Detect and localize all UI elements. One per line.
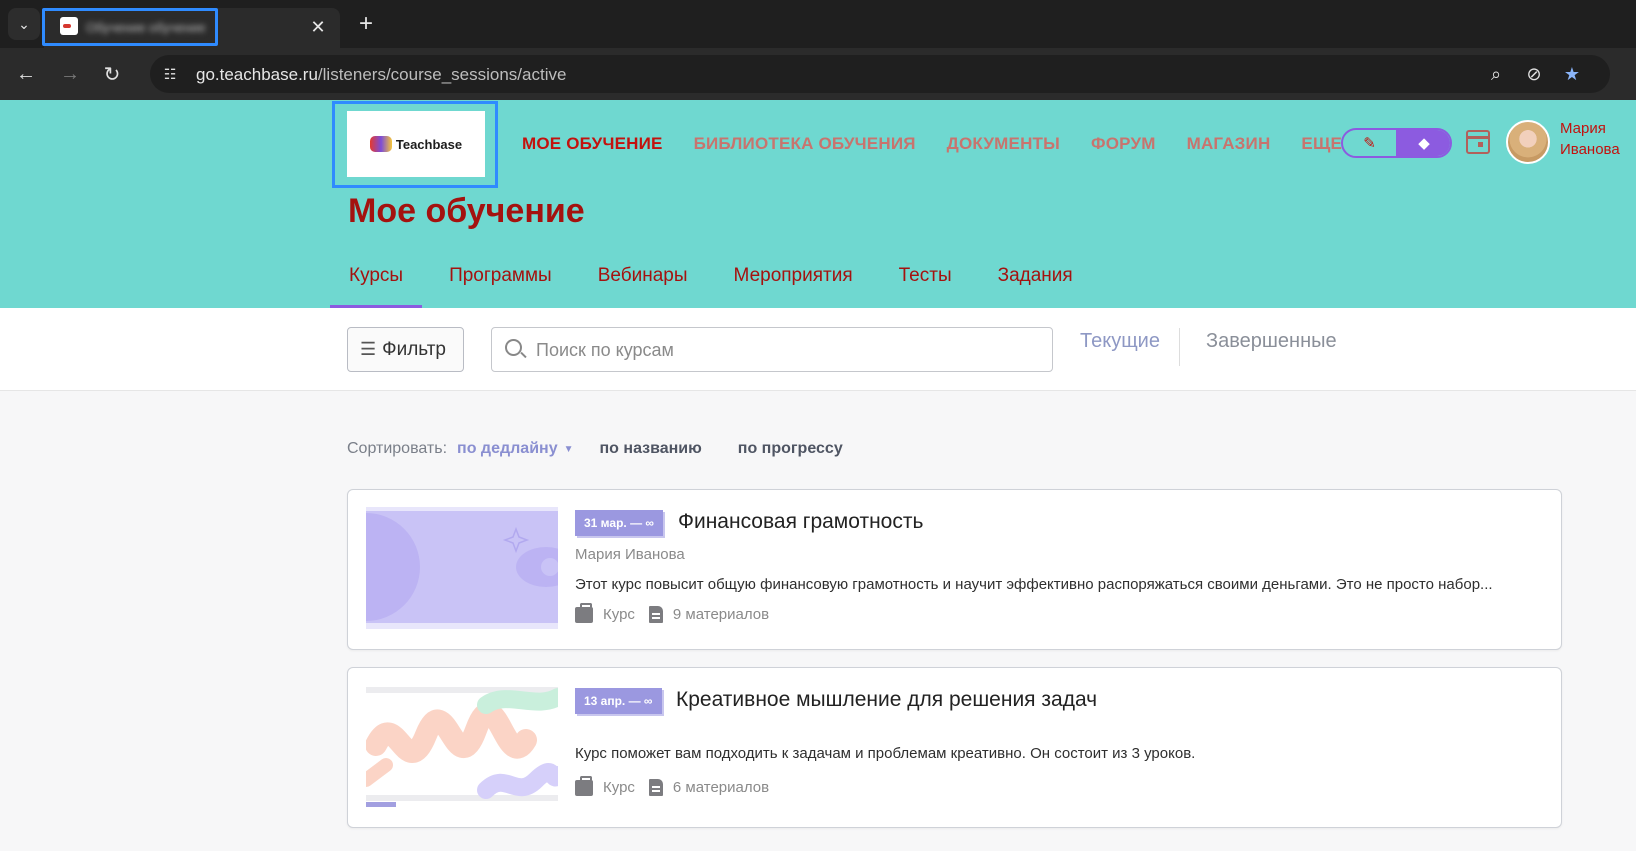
close-icon[interactable]: ✕ [306, 15, 330, 39]
sliders-icon: ☰ [360, 339, 377, 359]
tab-events[interactable]: Мероприятия [715, 260, 872, 308]
logo[interactable]: Teachbase [347, 111, 485, 177]
forward-icon[interactable]: → [56, 60, 84, 88]
page-title: Мое обучение [348, 192, 585, 230]
calendar-icon[interactable] [1466, 130, 1490, 154]
browser-toolbar: ← → ↻ ☷ go.teachbase.ru/listeners/course… [0, 48, 1636, 100]
briefcase-icon [575, 602, 593, 623]
segment-completed[interactable]: Завершенные [1206, 330, 1337, 353]
document-icon [648, 606, 663, 623]
address-bar[interactable]: ☷ go.teachbase.ru/listeners/course_sessi… [150, 55, 1610, 93]
document-icon [648, 779, 663, 796]
logo-text: Teachbase [395, 136, 463, 152]
eye-off-icon[interactable]: ⊘ [1522, 62, 1546, 86]
tab-tests[interactable]: Тесты [880, 260, 971, 308]
course-type: Курс [603, 779, 635, 796]
nav-my-learning[interactable]: МОЕ ОБУЧЕНИЕ [522, 134, 663, 154]
search-icon [505, 339, 522, 356]
course-title[interactable]: Креативное мышление для решения задач [676, 688, 1097, 712]
logo-highlight: Teachbase [332, 101, 498, 188]
segment-divider [1179, 328, 1180, 366]
course-materials: 6 материалов [672, 779, 770, 796]
course-description: Курс поможет вам подходить к задачам и п… [575, 745, 1196, 762]
plus-icon[interactable]: + [352, 10, 380, 38]
course-card[interactable]: 13 апр. — ∞ Креативное мышление для реше… [347, 667, 1562, 828]
section-tabs: Курсы Программы Вебинары Мероприятия Тес… [330, 260, 1100, 308]
user-name[interactable]: Мария Иванова [1560, 118, 1630, 160]
top-nav: МОЕ ОБУЧЕНИЕ БИБЛИОТЕКА ОБУЧЕНИЯ ДОКУМЕН… [522, 134, 1342, 154]
course-meta: Курс 6 материалов [575, 775, 783, 796]
logo-mark-icon [369, 136, 392, 152]
filter-bar: ☰ Фильтр Текущие Завершенные [0, 308, 1636, 391]
tab-courses[interactable]: Курсы [330, 260, 423, 308]
sort-by-deadline[interactable]: по дедлайну [457, 440, 558, 458]
course-cover-image [366, 685, 558, 807]
tab-tasks[interactable]: Задания [979, 260, 1092, 308]
nav-shop[interactable]: МАГАЗИН [1187, 134, 1271, 154]
nav-more[interactable]: ЕЩЕ [1301, 134, 1342, 154]
zoom-icon[interactable]: ⌕ [1484, 62, 1508, 86]
briefcase-icon [575, 775, 593, 796]
segment-current[interactable]: Текущие [1080, 330, 1160, 353]
search-box[interactable] [491, 327, 1053, 372]
course-author: Мария Иванова [575, 546, 685, 563]
deadline-badge: 31 мар. — ∞ [575, 510, 663, 536]
deadline-badge: 13 апр. — ∞ [575, 688, 662, 714]
reload-icon[interactable]: ↻ [98, 60, 126, 88]
filter-button-label: Фильтр [382, 338, 446, 360]
course-type: Курс [603, 606, 635, 623]
nav-documents[interactable]: ДОКУМЕНТЫ [947, 134, 1060, 154]
star-icon[interactable]: ★ [1560, 62, 1584, 86]
nav-forum[interactable]: ФОРУМ [1091, 134, 1156, 154]
tab-highlight [42, 8, 218, 46]
tab-menu-icon[interactable]: ⌄ [8, 8, 40, 40]
url-text[interactable]: go.teachbase.ru/listeners/course_session… [196, 65, 566, 85]
avatar[interactable] [1506, 120, 1550, 164]
tab-webinars[interactable]: Вебинары [579, 260, 707, 308]
course-cover-image [366, 507, 558, 629]
filter-button[interactable]: ☰ Фильтр [347, 327, 464, 372]
site-header: Teachbase МОЕ ОБУЧЕНИЕ БИБЛИОТЕКА ОБУЧЕН… [0, 100, 1636, 308]
course-thumbnail[interactable] [366, 685, 558, 807]
site-info-icon[interactable]: ☷ [158, 62, 182, 86]
back-icon[interactable]: ← [12, 60, 40, 88]
search-input[interactable] [536, 336, 1036, 364]
course-meta: Курс 9 материалов [575, 602, 783, 623]
mode-toggle[interactable]: ✎ ◆ [1341, 128, 1452, 158]
caret-down-icon[interactable]: ▼ [564, 444, 574, 455]
nav-library[interactable]: БИБЛИОТЕКА ОБУЧЕНИЯ [694, 134, 916, 154]
sort-by-name[interactable]: по названию [600, 440, 702, 458]
course-thumbnail[interactable] [366, 507, 558, 629]
sort-label: Сортировать: [347, 440, 448, 457]
course-card[interactable]: 31 мар. — ∞ Финансовая грамотность Мария… [347, 489, 1562, 650]
tab-programs[interactable]: Программы [430, 260, 571, 308]
course-description: Этот курс повысит общую финансовую грамо… [575, 576, 1493, 593]
pencil-icon[interactable]: ✎ [1343, 130, 1396, 156]
sort-row: Сортировать: по дедлайну ▼ по названию п… [347, 440, 879, 458]
course-materials: 9 материалов [672, 606, 770, 623]
browser-tabstrip: ⌄ Обучение обучение ✕ + [0, 0, 1636, 48]
course-title[interactable]: Финансовая грамотность [678, 510, 923, 534]
graduation-cap-icon[interactable]: ◆ [1396, 130, 1450, 156]
sort-by-progress[interactable]: по прогрессу [738, 440, 843, 458]
